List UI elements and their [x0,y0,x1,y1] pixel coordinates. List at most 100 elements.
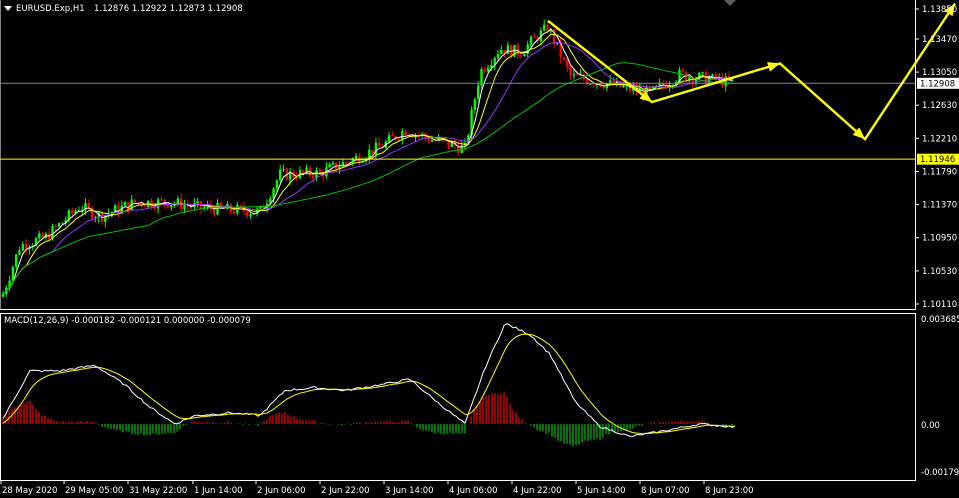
candle-body [71,210,74,214]
main-price-panel[interactable]: EURUSD.Exp,H1 1.12876 1.12922 1.12873 1.… [0,0,956,310]
candle-body [232,211,236,214]
candle-body [331,162,335,165]
candle-body [572,73,576,76]
candle-body [236,205,239,214]
candle-body [401,131,404,140]
price-tick-label: 1.10530 [922,267,957,277]
candle-body [279,169,282,181]
candle-body [701,72,704,74]
macd-max-label: 0.003685 [921,315,959,325]
time-tick-label: 28 May 2020 [2,486,57,496]
time-tick-label: 8 Jun 23:00 [705,486,754,496]
candle-body [354,155,358,159]
candle-body [486,67,490,72]
current-price-label: 1.12908 [920,79,955,89]
candle-body [602,86,605,89]
price-tick-label: 1.10110 [922,300,957,310]
candle-body [533,36,536,38]
candle-body [318,170,321,172]
candle-body [87,203,90,208]
candle-body [213,209,216,215]
candle-body [302,170,305,173]
candle-body [622,85,625,88]
ohlc-values: 1.12876 1.12922 1.12873 1.12908 [94,4,243,14]
candle-body [170,204,173,208]
time-tick-label: 4 Jun 22:00 [513,486,562,496]
candle-body [183,204,186,210]
candle-body [477,85,480,100]
level-price-label: 1.11946 [920,155,955,165]
candle-body [387,135,391,142]
level-price-tag: 1.11946 [917,153,959,165]
time-tick-label: 5 Jun 14:00 [577,486,626,496]
current-price-tag: 1.12908 [917,77,959,89]
macd-min-label: -0.00179 [921,468,959,478]
time-tick-label: 29 May 05:00 [65,486,123,496]
price-tick-label: 1.13850 [922,5,957,15]
candle-body [38,233,41,239]
candle-body [562,57,566,60]
candle-body [1,294,5,297]
candle-body [54,226,57,228]
macd-line [2,323,736,437]
time-tick-label: 3 Jun 14:00 [385,486,434,496]
price-tick-label: 1.10950 [922,234,957,244]
candle-body [246,211,249,217]
time-tick-label: 8 Jun 07:00 [641,486,690,496]
candle-body [566,59,569,68]
candle-body [506,45,510,54]
candle-body [57,223,61,227]
time-axis: 28 May 2020 29 May 05:00 31 May 22:00 1 Jun… [0,480,754,496]
candle-body [371,149,374,155]
candle-body [483,69,486,72]
candle-body [41,233,44,238]
macd-signal-line [2,333,736,435]
candle-body [160,199,163,201]
candle-body [249,214,252,217]
candle-body [196,201,199,204]
candle-body [576,73,579,76]
symbol-label: EURUSD.Exp,H1 [16,4,85,14]
candle-body [21,243,24,251]
macd-zero-label: 0.00 [921,421,940,431]
macd-title: MACD(12,26,9) -0.000182 -0.000121 0.0000… [4,316,251,326]
price-tick-label: 1.13050 [922,68,957,78]
price-tick-label: 1.13470 [922,35,957,45]
candle-body [473,99,477,110]
macd-panel[interactable]: MACD(12,26,9) -0.000182 -0.000121 0.0000… [0,313,959,481]
time-tick-label: 2 Jun 06:00 [257,486,306,496]
candle-body [681,69,684,72]
candle-body [430,140,434,142]
candle-body [378,142,381,147]
price-tick-label: 1.11370 [922,201,957,211]
macd-histogram [2,392,736,447]
time-tick-label: 31 May 22:00 [129,486,187,496]
time-tick-label: 1 Jun 14:00 [194,486,243,496]
candle-body [143,205,147,207]
candle-body [15,254,18,267]
candle-body [519,55,523,57]
candle-body [18,250,21,255]
candle-body [543,24,546,31]
candle-body [282,168,285,170]
candle-body [496,54,500,58]
trading-chart[interactable]: EURUSD.Exp,H1 1.12876 1.12922 1.12873 1.… [0,0,959,498]
candle-body [345,161,348,163]
time-tick-label: 4 Jun 06:00 [449,486,498,496]
candle-body [529,36,533,45]
price-tick-label: 1.12630 [922,101,957,111]
candle-body [569,67,572,76]
candle-body [404,131,407,136]
candle-body [500,50,503,55]
time-tick-label: 2 Jun 22:00 [321,486,370,496]
candle-body [133,199,137,203]
candle-body [341,161,345,167]
candle-body [328,164,331,168]
price-tick-label: 1.12210 [922,134,957,144]
candle-body [239,205,242,207]
price-tick-label: 1.11790 [922,167,957,177]
candle-body [61,222,64,224]
candle-body [312,175,315,179]
candle-body [391,135,394,137]
candle-body [275,180,279,189]
